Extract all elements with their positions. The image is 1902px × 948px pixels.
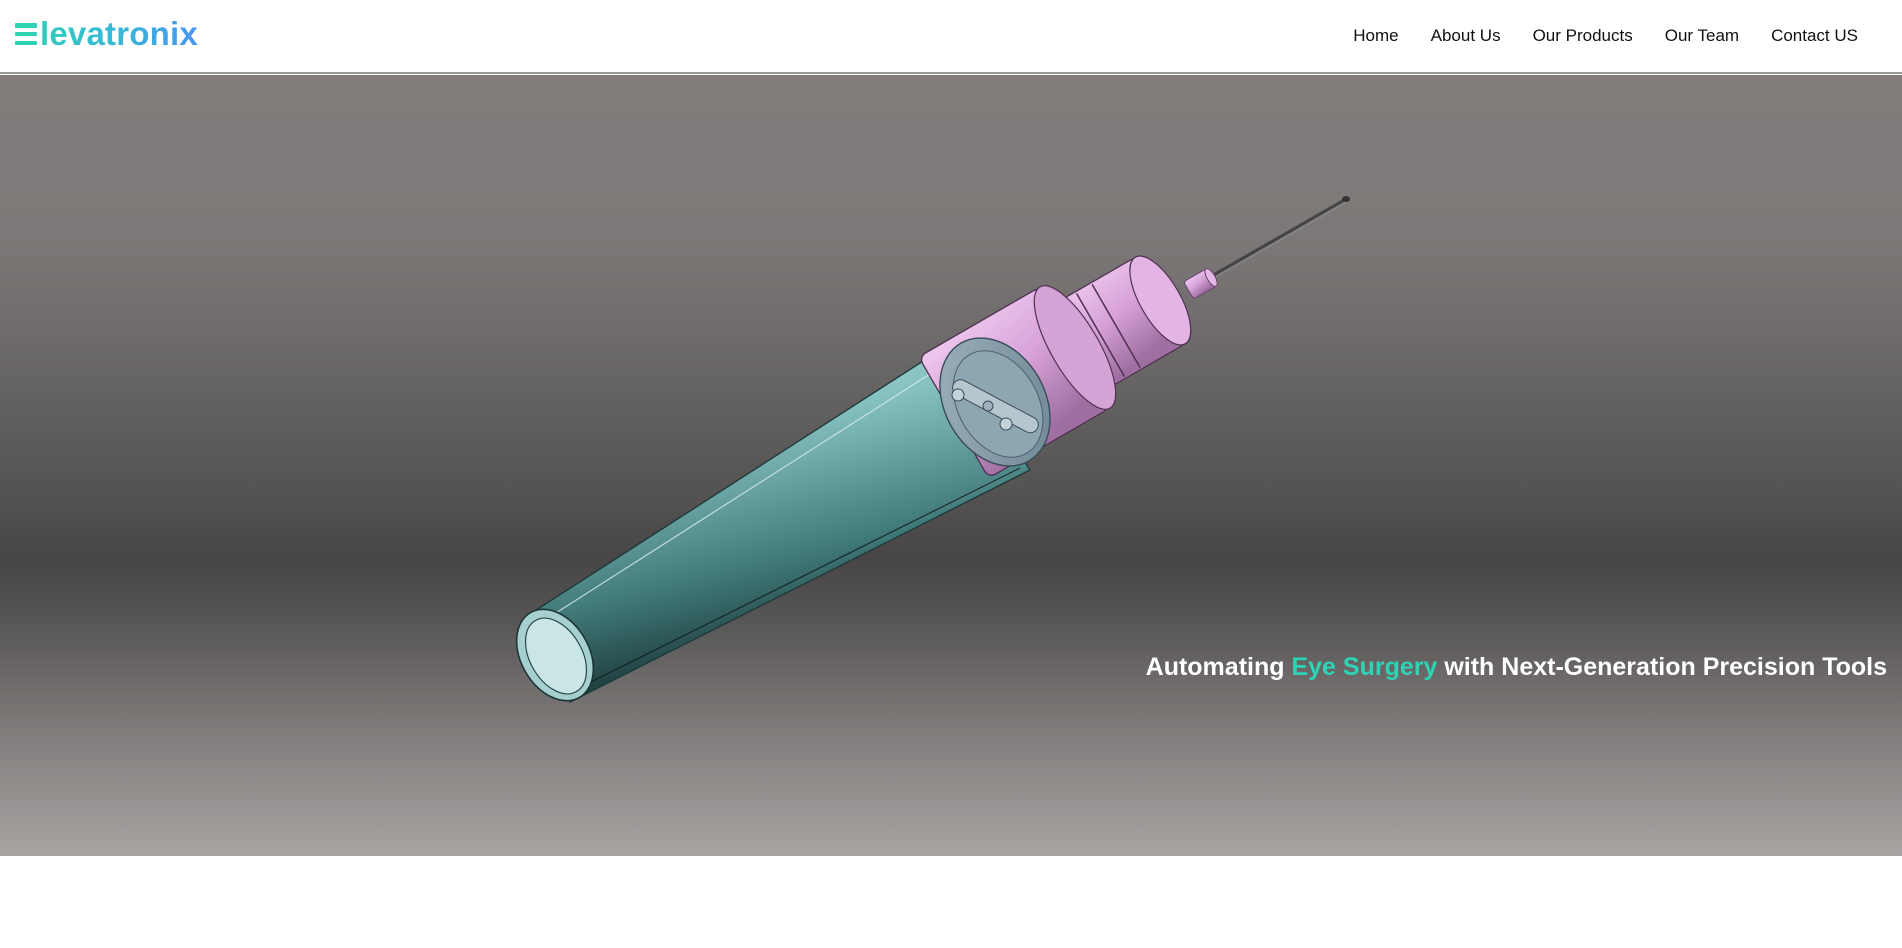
nav-item-home: Home (1353, 26, 1398, 46)
headline-text-start: Automating (1145, 653, 1292, 681)
nav-link-home[interactable]: Home (1353, 26, 1398, 45)
nav-item-contact: Contact US (1771, 26, 1858, 46)
hero-section: Automating Eye Surgery with Next-Generat… (0, 75, 1902, 856)
headline-text-end: with Next-Generation Precision Tools (1437, 653, 1887, 681)
navbar: levatronix Home About Us Our Products Ou… (0, 0, 1902, 74)
brand-name: levatronix (40, 15, 198, 52)
hamburger-e-icon (15, 23, 37, 45)
nav-menu: Home About Us Our Products Our Team Cont… (1353, 26, 1858, 46)
nav-link-products[interactable]: Our Products (1533, 26, 1633, 45)
nav-item-products: Our Products (1533, 26, 1633, 46)
nav-link-team[interactable]: Our Team (1665, 26, 1739, 45)
nav-link-contact[interactable]: Contact US (1771, 26, 1858, 45)
hero-headline: Automating Eye Surgery with Next-Generat… (1146, 653, 1887, 682)
nav-item-about: About Us (1431, 26, 1501, 46)
headline-accent: Eye Surgery (1291, 653, 1438, 681)
brand-logo[interactable]: levatronix (15, 15, 198, 53)
nav-item-team: Our Team (1665, 26, 1739, 46)
surgical-handpiece-render (515, 196, 1350, 703)
nav-link-about[interactable]: About Us (1431, 26, 1501, 45)
